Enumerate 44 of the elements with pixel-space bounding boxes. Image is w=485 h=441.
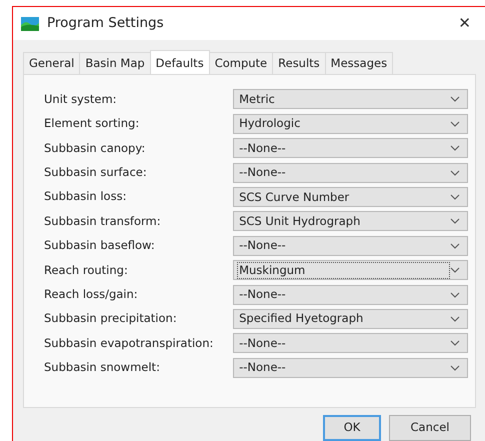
field-label: Element sorting:	[44, 115, 140, 132]
dropdown[interactable]: --None--	[233, 162, 468, 183]
ok-button[interactable]: OK	[323, 415, 381, 440]
field-label: Subbasin transform:	[44, 212, 162, 230]
tab[interactable]: Defaults	[150, 50, 210, 74]
dropdown[interactable]: --None--	[233, 358, 468, 378]
dropdown[interactable]: --None--	[233, 284, 468, 305]
chevron-down-icon	[450, 267, 460, 274]
field-label: Unit system:	[44, 90, 118, 108]
field-label: Subbasin baseflow:	[44, 237, 156, 254]
dropdown[interactable]: Metric	[233, 89, 468, 110]
chevron-down-icon	[450, 292, 460, 298]
chevron-down-icon	[450, 218, 460, 224]
dropdown[interactable]: --None--	[233, 236, 468, 256]
chevron-down-icon	[450, 364, 460, 371]
dropdown[interactable]: Muskingum	[233, 260, 468, 280]
field-label: Subbasin precipitation:	[44, 310, 178, 328]
dropdown[interactable]: Hydrologic	[233, 114, 468, 134]
field-label: Reach loss/gain:	[44, 286, 139, 303]
close-button[interactable]: ✕	[454, 12, 475, 35]
field-label: Reach routing:	[44, 262, 129, 279]
app-icon	[21, 16, 39, 30]
chevron-down-icon	[450, 194, 460, 200]
dropdown[interactable]: --None--	[233, 138, 468, 158]
tab[interactable]: Messages	[324, 52, 394, 74]
dropdown[interactable]: SCS Curve Number	[233, 187, 468, 207]
chevron-down-icon	[450, 170, 460, 176]
field-label: Subbasin snowmelt:	[44, 359, 161, 376]
dropdown[interactable]: SCS Unit Hydrograph	[233, 211, 468, 232]
dropdown[interactable]: --None--	[233, 333, 468, 354]
field-label: Subbasin surface:	[44, 164, 148, 181]
chevron-down-icon	[450, 316, 460, 322]
field-label: Subbasin evapotranspiration:	[44, 334, 214, 352]
tab[interactable]: General	[23, 52, 80, 74]
window-title: Program Settings	[47, 14, 165, 34]
field-label: Subbasin loss:	[44, 188, 128, 206]
chevron-down-icon	[450, 120, 460, 127]
dropdown[interactable]: Specified Hyetograph	[233, 308, 468, 329]
chevron-down-icon	[450, 96, 460, 102]
chevron-down-icon	[450, 145, 460, 152]
cancel-button[interactable]: Cancel	[389, 415, 471, 440]
chevron-down-icon	[450, 340, 460, 346]
chevron-down-icon	[450, 242, 460, 249]
field-label: Subbasin canopy:	[44, 140, 146, 157]
